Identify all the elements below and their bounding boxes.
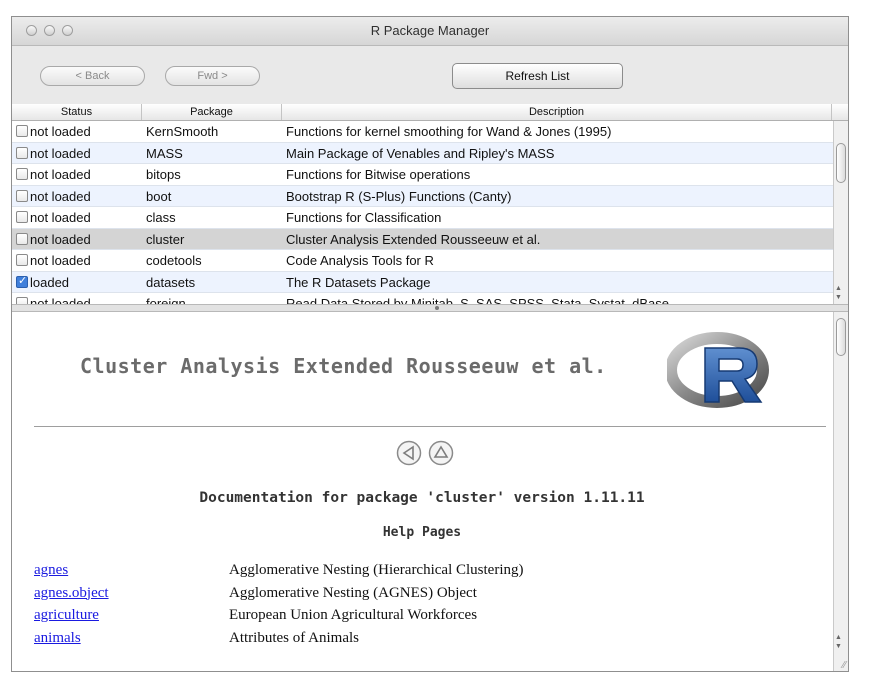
row-status: not loaded [30, 231, 91, 247]
documentation-title: Documentation for package 'cluster' vers… [199, 490, 645, 506]
row-description: Functions for Classification [286, 210, 442, 225]
package-table: Status Package Description ✓not loadedKe… [12, 104, 848, 304]
row-package: cluster [146, 231, 185, 247]
toolbar: < Back Fwd > Refresh List [12, 46, 848, 104]
help-page-entry: agnes.object Agglomerative Nesting (AGNES… [34, 585, 824, 608]
help-scroll-arrows-icon[interactable]: ▲ ▼ [835, 633, 842, 651]
table-row[interactable]: ✓not loaded codetools Code Analysis Tools … [12, 250, 834, 272]
row-status: not loaded [30, 145, 91, 161]
help-page-description: Agglomerative Nesting (AGNES) Object [229, 584, 477, 601]
row-package: KernSmooth [146, 124, 219, 139]
table-row[interactable]: ✓not loaded foreign Read Data Stored by Mi… [12, 293, 834, 304]
row-status: not loaded [30, 253, 91, 268]
checkmark-icon: ✓ [18, 274, 28, 287]
header-corner [832, 104, 848, 120]
table-scrollbar-thumb[interactable] [836, 143, 846, 183]
load-checkbox[interactable]: ✓ [16, 297, 28, 304]
column-header-package[interactable]: Package [142, 104, 282, 120]
help-page-entry: agnes Agglomerative Nesting (Hierarchical… [34, 562, 824, 585]
title-bar: R Package Manager [12, 17, 848, 46]
table-row[interactable]: ✓not loaded boot Bootstrap R (S-Plus) Func… [12, 185, 834, 207]
help-page-description: Agglomerative Nesting (Hierarchical Clus… [229, 562, 524, 578]
back-button[interactable]: < Back [40, 66, 145, 86]
row-package: class [146, 210, 176, 225]
help-page-description: European Union Agricultural Workforces [229, 607, 478, 623]
horizontal-rule [34, 426, 826, 427]
load-checkbox[interactable]: ✓ [16, 274, 28, 288]
row-status: not loaded [30, 296, 91, 304]
help-pane: Cluster Analysis Extended Rousseeuw et a… [12, 312, 848, 671]
help-navigation [396, 440, 454, 466]
divider-handle-icon[interactable] [435, 306, 439, 310]
help-pages-heading: Help Pages [382, 525, 462, 540]
table-scrollbar[interactable]: ▲ ▼ [833, 121, 848, 304]
column-header-description[interactable]: Description [282, 104, 832, 120]
row-description: Bootstrap R (S-Plus) Functions (Canty) [286, 188, 512, 204]
row-status: not loaded [30, 188, 91, 204]
row-description: Functions for kernel smoothing for Wand … [286, 124, 612, 139]
load-checkbox[interactable]: ✓ [16, 232, 28, 245]
help-scrollbar-thumb[interactable] [836, 318, 846, 356]
load-checkbox[interactable]: ✓ [16, 125, 28, 137]
refresh-list-button[interactable]: Refresh List [452, 63, 623, 89]
row-package: MASS [146, 145, 183, 161]
table-row[interactable]: ✓not loaded class Functions for Classifica… [12, 207, 834, 229]
row-status: not loaded [30, 167, 91, 182]
row-description: Main Package of Venables and Ripley's MA… [286, 145, 555, 161]
row-status: not loaded [30, 124, 91, 139]
package-title: Cluster Analysis Extended Rousseeuw et a… [80, 354, 607, 378]
row-description: Read Data Stored by Minitab, S, SAS, SPS… [286, 296, 669, 304]
help-page-entry: animals Attributes of Animals [34, 630, 824, 653]
table-header: Status Package Description [12, 104, 848, 121]
table-row[interactable]: ✓not loaded KernSmooth Functions for kerne… [12, 121, 834, 143]
load-checkbox[interactable]: ✓ [16, 211, 28, 223]
help-page-link[interactable]: agnes [34, 562, 68, 579]
row-description: Code Analysis Tools for R [286, 253, 434, 268]
load-checkbox[interactable]: ✓ [16, 168, 28, 180]
table-row[interactable]: ✓not loaded MASS Main Package of Venables … [12, 142, 834, 164]
row-package: foreign [146, 296, 186, 304]
back-arrow-icon[interactable] [396, 440, 422, 466]
column-header-status[interactable]: Status [12, 104, 142, 120]
split-view-divider[interactable] [12, 304, 848, 312]
load-checkbox[interactable]: ✓ [16, 254, 28, 266]
r-logo-icon [667, 332, 769, 408]
row-package: datasets [146, 274, 196, 290]
table-row[interactable]: ✓ loaded datasets The R Datasets Package [12, 271, 834, 293]
table-row[interactable]: ✓not loaded cluster Cluster Analysis Exten… [12, 228, 834, 250]
help-page-entry: agriculture European Union Agricultural W… [34, 607, 824, 630]
table-scroll-arrows-icon[interactable]: ▲ ▼ [835, 284, 842, 302]
row-package: boot [146, 188, 172, 204]
row-description: Functions for Bitwise operations [286, 167, 471, 182]
table-row[interactable]: ✓not loaded bitops Functions for Bitwise o… [12, 164, 834, 186]
help-scrollbar[interactable]: ▲ ▼ ⁄⁄ [833, 312, 848, 671]
row-package: codetools [146, 253, 202, 268]
help-page-link[interactable]: animals [34, 630, 81, 647]
row-status: not loaded [30, 210, 91, 225]
row-package: bitops [146, 167, 181, 182]
app-window: R Package Manager < Back Fwd > Refresh L… [11, 16, 849, 672]
table-rows: ✓not loadedKernSmoothFunctions for kerne… [12, 121, 834, 304]
help-pages-list: agnes Agglomerative Nesting (Hierarchical… [34, 562, 824, 652]
row-description: Cluster Analysis Extended Rousseeuw et a… [286, 231, 541, 247]
window-title: R Package Manager [370, 23, 490, 38]
help-page-link[interactable]: agnes.object [34, 585, 109, 602]
load-checkbox[interactable]: ✓ [16, 189, 28, 202]
forward-button[interactable]: Fwd > [165, 66, 260, 86]
resize-grip-icon[interactable]: ⁄⁄ [843, 660, 846, 671]
row-status: loaded [30, 274, 70, 290]
row-description: The R Datasets Package [286, 274, 431, 290]
help-page-link[interactable]: agriculture [34, 607, 99, 624]
load-checkbox[interactable]: ✓ [16, 146, 28, 159]
up-arrow-icon[interactable] [428, 440, 454, 466]
help-page-description: Attributes of Animals [229, 629, 359, 646]
